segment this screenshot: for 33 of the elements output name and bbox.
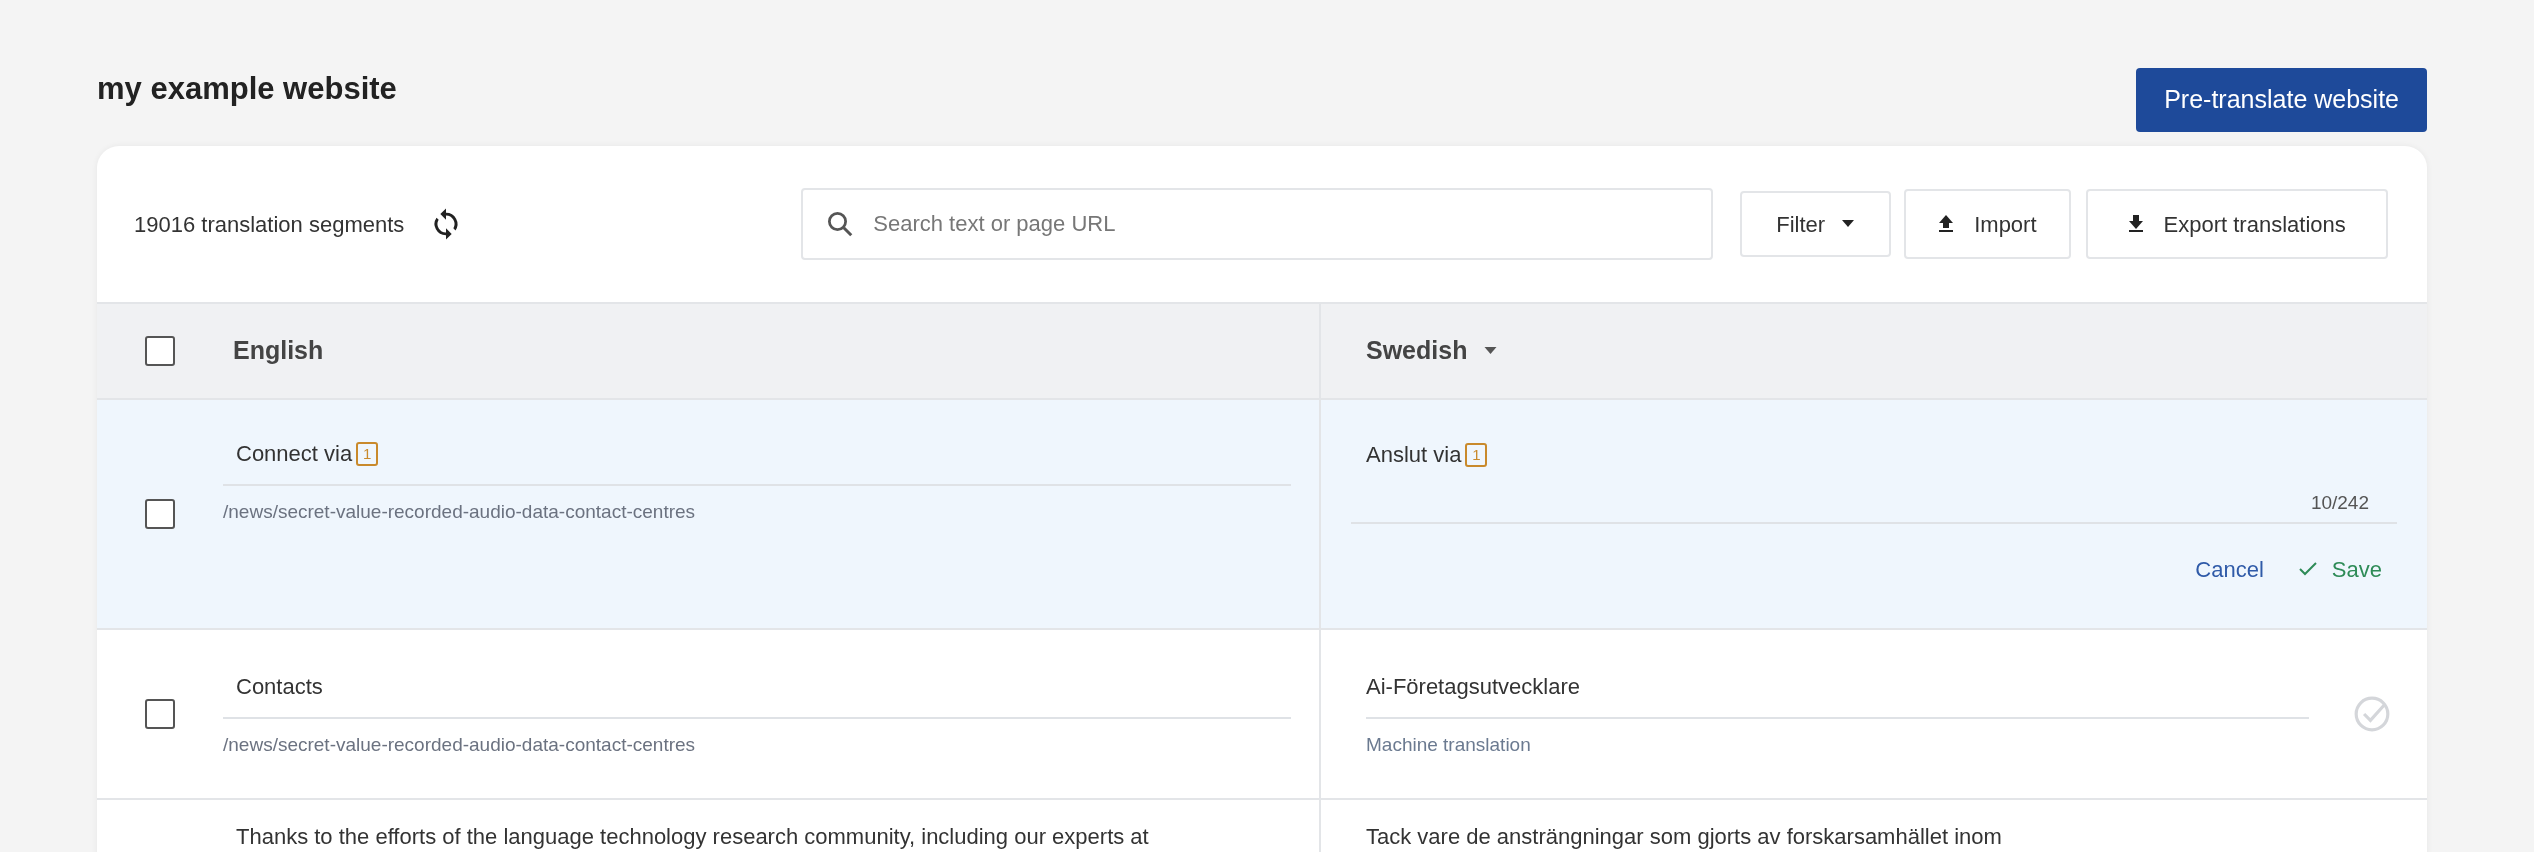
download-icon [2127,215,2144,233]
page-url[interactable]: /news/secret-value-recorded-audio-data-contact-centres [223,497,1291,527]
caret-icon [1841,220,1856,228]
page-title: my example website [97,70,397,108]
upload-icon [1938,215,1955,233]
character-count: 10/242 [2310,491,2369,515]
export-button[interactable]: Export translations [2085,189,2388,259]
filter-button[interactable]: Filter [1740,191,1892,257]
search-field[interactable]: Search text or page URL [801,188,1714,260]
translation-text[interactable]: Tack vare de ansträngningar som gjorts av forskarsamhället inom [1366,824,2002,849]
placeholder-tag: 1 [356,441,379,466]
translation-text[interactable]: Ai-Företagsutvecklare [1366,670,1580,704]
row-checkbox[interactable] [145,336,175,366]
cancel-button[interactable]: Cancel [2195,552,2264,586]
page-url[interactable]: /news/secret-value-recorded-audio-data-contact-centres [223,730,1291,760]
row-checkbox[interactable] [145,699,175,729]
row-checkbox[interactable] [145,499,175,529]
source-text: Connect via [236,440,353,469]
caret-icon [1483,347,1499,355]
translation-text[interactable]: Anslut via [1366,438,1462,471]
table-row[interactable]: Connect via 1 /news/secret-value-recorded-audio-data-contact-centres Anslut via 1 10/242 Cancel Save [97,400,2427,630]
source-text: Contacts [236,673,323,702]
import-button[interactable]: Import [1904,189,2071,259]
placeholder-tag: 1 [1465,442,1488,467]
column-header: English [233,335,324,367]
table-row[interactable]: Contacts /news/secret-value-recorded-audio-data-contact-centres Ai-Företagsutvecklare Machine translation [97,630,2427,800]
save-button[interactable]: Save [2295,552,2382,586]
check-circle-icon[interactable] [2353,695,2391,733]
source-text: Thanks to the efforts of the language technology research community, including our experts at [236,824,1149,849]
translation-source-label: Machine translation [1366,732,1532,757]
segment-count: 19016 translation segments [134,210,405,239]
pre-translate-button[interactable]: Pre-translate website [2136,68,2427,132]
language-dropdown[interactable]: Swedish [1366,304,1499,398]
